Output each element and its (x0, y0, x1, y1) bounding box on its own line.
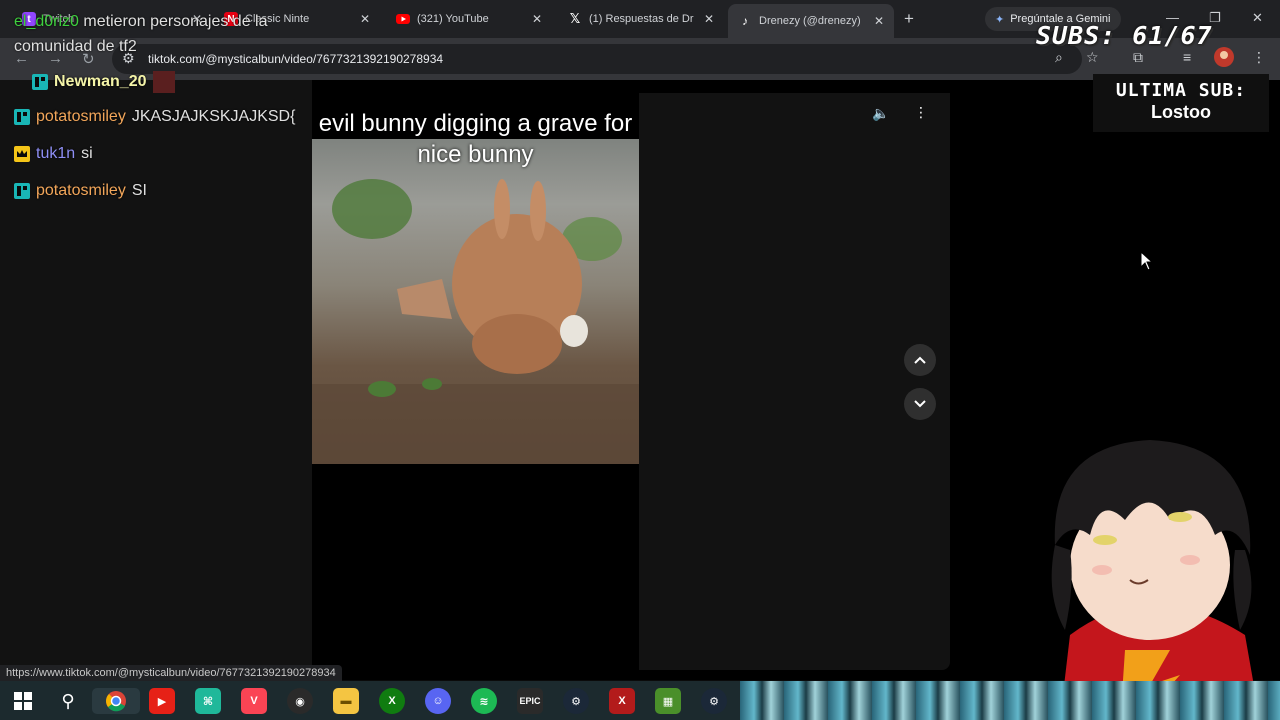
zoom-icon[interactable]: ⌕ (1055, 49, 1063, 66)
bookmark-star-icon[interactable]: ☆ (1086, 49, 1099, 66)
chat-text: SI (131, 182, 147, 199)
tab-tiktok-drenezy[interactable]: ♪ Drenezy (@drenezy) ✕ (728, 4, 894, 38)
chevron-up-icon (914, 356, 926, 364)
chat-message: potatosmiley SI (14, 182, 147, 200)
subs-counter: SUBS: 61/67 (1036, 21, 1213, 50)
tab-title: (1) Respuestas de Dr (589, 13, 694, 25)
youtube-icon (396, 12, 410, 26)
last-sub-heading: ULTIMA SUB: (1115, 80, 1247, 101)
previous-video-button[interactable] (904, 344, 936, 376)
extensions-icon[interactable]: ⧉ (1133, 49, 1143, 66)
windows-taskbar: ⚲ ▶ ⌘ V ◉ ▬ X ☺ ≋ EPIC ⚙ X ▦ ⚙ (0, 681, 1280, 720)
steam-icon[interactable]: ⚙ (701, 688, 727, 714)
close-icon[interactable]: ✕ (532, 12, 542, 26)
app-icon[interactable]: ⌘ (195, 688, 221, 714)
game-badge-icon (32, 74, 48, 90)
search-icon[interactable]: ⚲ (55, 688, 81, 714)
tab-x-respuestas[interactable]: 𝕏 (1) Respuestas de Dr ✕ (558, 7, 724, 31)
minecraft-icon[interactable]: ▦ (655, 688, 681, 714)
game-badge-icon (14, 109, 30, 125)
chat-message: potatosmiley JKASJAJKSKJAJKSD{ (14, 108, 295, 126)
epic-games-icon[interactable]: EPIC (517, 688, 543, 714)
more-options-icon[interactable]: ⋮ (914, 104, 928, 121)
emote-icon (152, 71, 175, 93)
discord-icon[interactable]: ☺ (425, 688, 451, 714)
volume-icon[interactable]: 🔈 (872, 105, 889, 122)
overlay-glitch-strip (740, 681, 1280, 720)
chat-message: Newman_20 (32, 71, 175, 93)
file-explorer-icon[interactable]: ▬ (333, 688, 359, 714)
chrome-icon[interactable] (92, 688, 140, 714)
tab-title: Drenezy (@drenezy) (759, 15, 861, 27)
gemini-sparkle-icon: ✦ (995, 13, 1005, 26)
obs-icon[interactable]: ◉ (287, 688, 313, 714)
video-side-panel (639, 93, 950, 670)
last-sub-box: ULTIMA SUB: Lostoo (1093, 74, 1269, 132)
chat-username: el_d0riz0 (14, 13, 79, 30)
chat-username: Newman_20 (54, 73, 147, 90)
next-video-button[interactable] (904, 388, 936, 420)
tiktok-left-panel (0, 80, 312, 680)
x-logo-icon: 𝕏 (569, 11, 581, 26)
link-status-bar: https://www.tiktok.com/@mysticalbun/vide… (0, 665, 342, 681)
chevron-down-icon (914, 400, 926, 408)
crown-badge-icon (14, 146, 30, 162)
chat-text: JKASJAJKSKJAJKSD{ (131, 108, 296, 125)
game-badge-icon (14, 183, 30, 199)
xbox-icon[interactable]: X (379, 688, 405, 714)
video-frame-bunny[interactable] (312, 139, 639, 464)
chat-message: tuk1n si (14, 145, 93, 163)
spotify-icon[interactable]: ≋ (471, 688, 497, 714)
video-caption: evil bunny digging a grave for nice bunn… (318, 110, 633, 168)
browser-menu-icon[interactable]: ⋮ (1252, 49, 1266, 66)
tab-youtube[interactable]: (321) YouTube ✕ (386, 7, 552, 31)
chat-username: tuk1n (36, 145, 76, 162)
tab-title: (321) YouTube (417, 13, 489, 25)
tiktok-icon: ♪ (742, 14, 748, 28)
chat-message: el_d0riz0 metieron personajes de la comu… (14, 9, 314, 59)
mouse-cursor-icon (1140, 251, 1154, 271)
steam-icon[interactable]: ⚙ (563, 688, 589, 714)
youtube-app-icon[interactable]: ▶ (149, 688, 175, 714)
chat-username: potatosmiley (36, 182, 126, 199)
close-icon[interactable]: ✕ (874, 14, 884, 28)
close-icon[interactable]: ✕ (704, 12, 714, 26)
chat-username: potatosmiley (36, 108, 126, 125)
media-controls-icon[interactable]: ≡ (1183, 49, 1191, 65)
window-close-button[interactable]: ✕ (1252, 10, 1263, 26)
last-sub-name: Lostoo (1151, 102, 1211, 122)
close-icon[interactable]: ✕ (360, 12, 370, 26)
chat-text: si (81, 145, 93, 162)
profile-avatar-icon[interactable] (1214, 47, 1234, 70)
valorant-icon[interactable]: V (241, 688, 267, 714)
screen: t Twitch ✕ N Classic Ninte ✕ (321) YouTu… (0, 0, 1280, 720)
windows-start-icon[interactable] (10, 688, 36, 714)
x-app-icon[interactable]: X (609, 688, 635, 714)
vtuber-avatar (1051, 440, 1260, 720)
new-tab-button[interactable]: + (904, 9, 914, 29)
